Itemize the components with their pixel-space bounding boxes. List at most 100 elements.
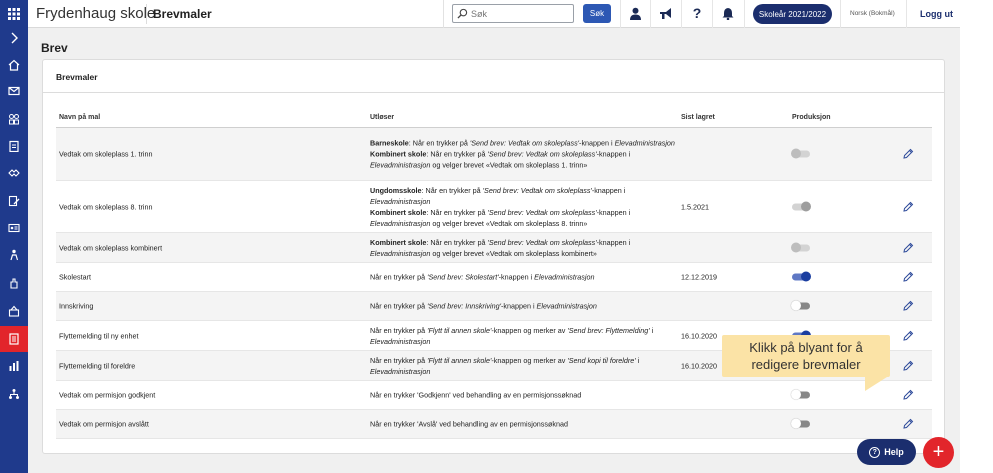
language-selector[interactable]: Norsk (Bokmål) [850,10,895,17]
search-button[interactable]: Søk [583,4,611,23]
building-icon [8,305,20,317]
trigger-bold-text: Kombinert skole [370,207,427,217]
pencil-icon[interactable] [902,242,914,254]
pencil-icon[interactable] [902,418,914,430]
sidebar-item-document-edit[interactable] [0,188,28,214]
trigger-text-text: i [649,325,654,335]
sidebar-item-group[interactable] [0,106,28,132]
sidebar-item-chevron-right[interactable] [0,25,28,51]
sidebar-item-hand[interactable] [0,270,28,296]
left-rail [0,0,28,473]
trigger-paragraph: Kombinert skole: Når en trykker på 'Send… [370,149,680,171]
pencil-icon[interactable] [902,148,914,160]
grid-icon [8,8,20,20]
trigger-text-text: -knappen i [500,301,537,311]
card-title: Brevmaler [56,72,98,82]
production-toggle[interactable] [791,418,810,429]
sidebar-item-mail[interactable] [0,78,28,104]
megaphone-icon[interactable] [658,5,674,21]
trigger-text-text: og velger brevet «Vedtak om skoleplass 1… [430,160,588,170]
table-row: Innskriving Når en trykker på 'Send brev:… [56,292,932,321]
sidebar-item-building[interactable] [0,298,28,324]
trigger-italic-text: 'Send brev: Vedtak om skoleplass' [469,138,580,148]
production-toggle[interactable] [792,271,811,282]
trigger-text-text: Når en trykker på [370,272,428,282]
help-button[interactable]: ? Help [857,439,916,465]
sidebar-item-letter[interactable] [0,326,28,352]
trigger-paragraph: Når en trykker på 'Flytt til annen skole… [370,325,680,336]
person-sitting-icon [8,249,20,261]
sidebar-item-person-sitting[interactable] [0,242,28,268]
question-icon[interactable]: ? [689,5,705,21]
pencil-icon[interactable] [902,271,914,283]
home-icon [8,59,20,71]
production-toggle [791,242,810,252]
column-header-last-saved[interactable]: Sist lagret [681,114,715,121]
trigger-bold-text: Barneskole [370,138,409,148]
production-toggle[interactable] [791,300,810,311]
templates-table: Navn på mal Utløser Sist lagret Produksj… [56,111,932,439]
trigger-italic-text: 'Send brev: Skolestart' [427,272,499,282]
trigger-paragraph: Kombinert skole: Når en trykker på 'Send… [370,207,680,229]
last-saved-date: 16.10.2020 [681,331,717,340]
trigger-paragraph: Når en trykker på 'Flytt til annen skole… [370,355,680,366]
toggle-knob [791,242,801,252]
divider [443,0,444,28]
logout-link[interactable]: Logg ut [920,9,953,19]
sidebar-item-network[interactable] [0,381,28,407]
school-year-button[interactable]: Skoleår 2021/2022 [753,4,832,24]
pencil-icon[interactable] [902,201,914,213]
last-saved-date: 16.10.2020 [681,361,717,370]
sidebar-item-grid[interactable] [0,1,28,27]
template-trigger: Når en trykker på 'Flytt til annen skole… [370,355,680,377]
template-trigger: Barneskole: Når en trykker på 'Send brev… [370,138,680,171]
trigger-text-text: Når en trykker 'Avslå' ved behandling av… [370,419,568,429]
sidebar-item-home[interactable] [0,52,28,78]
pencil-icon[interactable] [902,300,914,312]
column-header-trigger[interactable]: Utløser [370,114,394,121]
template-trigger: Ungdomsskole: Når en trykker på 'Send br… [370,185,680,229]
trigger-bold-text: Kombinert skole [370,149,427,159]
pencil-icon[interactable] [902,360,914,372]
trigger-italic-text: 'Send brev: Vedtak om skoleplass' [487,149,597,159]
search-input[interactable] [471,6,571,21]
trigger-bold-text: Kombinert skole [370,237,427,247]
sidebar-item-handshake[interactable] [0,160,28,186]
production-toggle [791,148,810,159]
divider [906,0,907,28]
production-toggle[interactable] [791,389,810,400]
app-name[interactable]: Frydenhaug skole [36,5,155,22]
template-name: Flyttemelding til foreldre [59,361,136,370]
sidebar-item-clipboard[interactable] [0,133,28,159]
sidebar-item-chart[interactable] [0,353,28,379]
tooltip-line-1: Klikk på blyant for å [749,340,863,355]
column-header-production[interactable]: Produksjon [792,114,831,121]
trigger-italic-text: 'Send brev: Vedtak om skoleplass' [482,185,592,195]
trigger-text-text: -knappen og merker av [491,325,568,335]
handshake-icon [8,167,20,179]
table-header: Navn på mal Utløser Sist lagret Produksj… [56,111,932,128]
trigger-italic-text: Elevadministrasjon [614,138,675,148]
question-circle-icon: ? [869,446,881,458]
user-icon[interactable] [627,5,643,21]
trigger-text-text: : Når en trykker på [408,138,470,148]
trigger-italic-text: Elevadministrasjon [370,366,431,376]
group-icon [8,113,20,125]
bell-icon[interactable] [720,5,736,21]
search-box[interactable] [452,4,574,23]
trigger-paragraph: Når en trykker 'Avslå' ved behandling av… [370,419,680,430]
template-trigger: Når en trykker på 'Flytt til annen skole… [370,325,680,347]
template-trigger: Når en trykker på 'Send brev: Innskrivin… [370,301,680,312]
trigger-text-text: Når en trykker på [370,355,428,365]
template-name: Flyttemelding til ny enhet [59,331,139,340]
toggle-knob [801,271,811,282]
pencil-icon[interactable] [902,330,914,342]
sidebar-item-id-card[interactable] [0,215,28,241]
pencil-icon[interactable] [902,389,914,401]
trigger-text-text: i [635,355,640,365]
add-button[interactable]: + [923,437,954,468]
chevron-right-icon [8,32,20,44]
trigger-italic-text: 'Flytt til annen skole' [427,325,492,335]
column-header-name[interactable]: Navn på mal [59,114,100,121]
trigger-text-text: -knappen og merker av [491,355,568,365]
